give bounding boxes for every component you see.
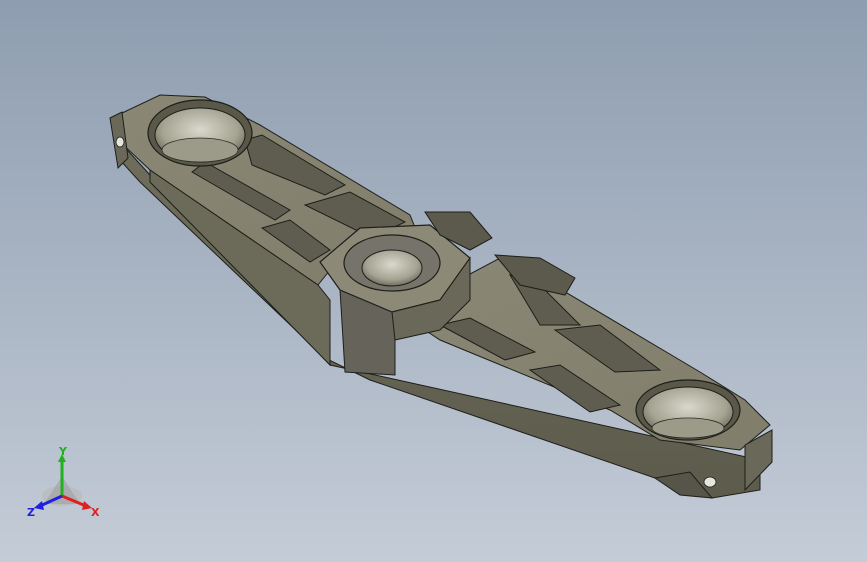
center-bore xyxy=(361,249,423,287)
x-axis-label: X xyxy=(91,506,100,519)
z-axis-arrow xyxy=(34,501,44,510)
y-axis-label: Y xyxy=(58,446,68,458)
axis-triad: Y X Z xyxy=(27,446,100,519)
z-axis-label: Z xyxy=(27,506,35,519)
graphics-viewport[interactable]: Y X Z xyxy=(0,0,867,562)
cad-part-model[interactable] xyxy=(0,0,867,562)
